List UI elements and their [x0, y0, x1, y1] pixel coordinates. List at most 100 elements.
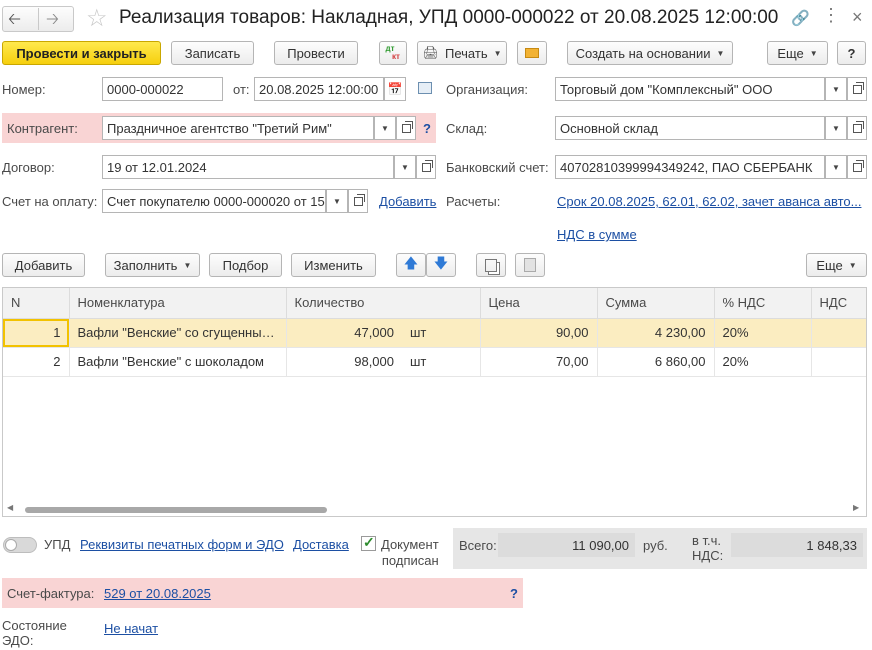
horizontal-scrollbar[interactable]: ◀ ▶ — [3, 503, 866, 516]
checkmark-icon: ✓ — [363, 534, 375, 550]
link-icon[interactable]: 🔗 — [791, 9, 810, 27]
cell-price[interactable]: 70,00 — [480, 347, 598, 377]
post-and-close-button[interactable]: Провести и закрыть — [2, 41, 161, 65]
warehouse-open-button[interactable] — [847, 116, 867, 140]
invoice-field[interactable]: Счет покупателю 0000-000020 от 15. — [102, 189, 326, 213]
settlements-link[interactable]: Срок 20.08.2025, 62.01, 62.02, зачет ава… — [557, 194, 861, 209]
cell-vat[interactable] — [811, 347, 866, 377]
warehouse-label: Склад: — [446, 121, 488, 136]
upd-toggle[interactable] — [3, 537, 37, 553]
scroll-right-icon[interactable]: ▶ — [853, 503, 859, 512]
organization-field[interactable]: Торговый дом "Комплексный" ООО — [555, 77, 825, 101]
more-button[interactable]: Еще ▼ — [767, 41, 828, 65]
delivery-link[interactable]: Доставка — [293, 537, 349, 552]
help-button[interactable]: ? — [837, 41, 866, 65]
back-arrow-icon[interactable]: 🡠 — [8, 8, 21, 35]
contract-field[interactable]: 19 от 12.01.2024 — [102, 155, 394, 179]
favorite-star-icon[interactable]: ☆ — [86, 4, 108, 33]
close-icon[interactable]: × — [852, 7, 863, 28]
number-field[interactable]: 0000-000022 — [102, 77, 223, 101]
col-header-quantity[interactable]: Количество — [286, 288, 402, 319]
cell-price[interactable]: 90,00 — [480, 318, 598, 348]
scrollbar-thumb[interactable] — [25, 507, 327, 513]
calendar-icon[interactable]: 📅 — [384, 77, 406, 101]
date-field[interactable]: 20.08.2025 12:00:00 — [254, 77, 384, 101]
warehouse-field[interactable]: Основной склад — [555, 116, 825, 140]
table-more-button[interactable]: Еще ▼ — [806, 253, 867, 277]
cell-vat-rate[interactable]: 20% — [714, 318, 812, 348]
number-label: Номер: — [2, 82, 46, 97]
vat-incl-line-2: НДС: — [692, 548, 724, 563]
cell-unit[interactable]: шт — [402, 318, 481, 348]
contract-open-button[interactable] — [416, 155, 436, 179]
scroll-left-icon[interactable]: ◀ — [7, 503, 13, 512]
cell-n[interactable]: 2 — [3, 347, 70, 377]
col-header-n[interactable]: N — [3, 288, 70, 319]
col-header-vat[interactable]: НДС — [811, 288, 866, 319]
cell-vat-rate[interactable]: 20% — [714, 347, 812, 377]
invoice-dropdown[interactable]: ▼ — [326, 189, 348, 213]
sf-label: Счет-фактура: — [7, 586, 95, 601]
document-signed-checkbox[interactable]: ✓ — [361, 534, 376, 551]
cell-amount[interactable]: 4 230,00 — [597, 318, 715, 348]
counterparty-open-button[interactable] — [396, 116, 416, 140]
table-row[interactable]: 1 Вафли "Венские" со сгущенным молоком 4… — [3, 318, 866, 348]
cell-unit[interactable]: шт — [402, 347, 481, 377]
cell-n[interactable]: 1 — [3, 318, 70, 348]
contract-dropdown[interactable]: ▼ — [394, 155, 416, 179]
menu-dots-icon[interactable]: ⋮ — [822, 5, 840, 26]
sf-help-icon[interactable]: ? — [510, 586, 518, 601]
history-icon[interactable] — [418, 82, 432, 94]
fill-button[interactable]: Заполнить ▼ — [105, 253, 200, 277]
cell-amount[interactable]: 6 860,00 — [597, 347, 715, 377]
forward-arrow-icon[interactable]: 🡢 — [46, 8, 59, 35]
add-row-button[interactable]: Добавить — [2, 253, 85, 277]
open-icon — [852, 81, 864, 94]
change-button[interactable]: Изменить — [291, 253, 376, 277]
move-down-button[interactable]: 🡇 — [426, 253, 456, 277]
invoice-open-button[interactable] — [348, 189, 368, 213]
cell-quantity[interactable]: 47,000 — [286, 318, 402, 348]
bank-account-open-button[interactable] — [847, 155, 867, 179]
table-row[interactable]: 2 Вафли "Венские" с шоколадом 98,000 шт … — [3, 347, 866, 377]
more-label: Еще — [777, 45, 804, 61]
counterparty-help-icon[interactable]: ? — [423, 121, 431, 136]
sf-link[interactable]: 529 от 20.08.2025 — [104, 586, 211, 601]
col-header-unit[interactable] — [402, 288, 481, 319]
dt-kt-button[interactable]: дт кт — [379, 41, 407, 65]
col-header-amount[interactable]: Сумма — [597, 288, 715, 319]
create-based-on-button[interactable]: Создать на основании ▼ — [567, 41, 733, 65]
bank-account-dropdown[interactable]: ▼ — [825, 155, 847, 179]
move-up-button[interactable]: 🡅 — [396, 253, 426, 277]
col-header-nomenclature[interactable]: Номенклатура — [69, 288, 287, 319]
fill-label: Заполнить — [113, 257, 178, 273]
vat-total-value: 1 848,33 — [731, 533, 863, 557]
warehouse-dropdown[interactable]: ▼ — [825, 116, 847, 140]
print-button[interactable]: 🖨 Печать ▼ — [417, 41, 507, 65]
cell-vat[interactable] — [811, 318, 866, 348]
document-signed-label: Документ подписан — [381, 537, 439, 569]
cell-quantity[interactable]: 98,000 — [286, 347, 402, 377]
organization-dropdown[interactable]: ▼ — [825, 77, 847, 101]
vat-in-amount-link[interactable]: НДС в сумме — [557, 227, 637, 242]
copy-rows-button[interactable] — [476, 253, 506, 277]
paste-rows-button[interactable] — [515, 253, 545, 277]
post-button[interactable]: Провести — [274, 41, 358, 65]
col-header-vat-rate[interactable]: % НДС — [714, 288, 812, 319]
counterparty-field[interactable]: Праздничное агентство "Третий Рим" — [102, 116, 374, 140]
pick-button[interactable]: Подбор — [209, 253, 282, 277]
email-button[interactable] — [517, 41, 547, 65]
cell-nomenclature[interactable]: Вафли "Венские" с шоколадом — [69, 347, 287, 377]
organization-open-button[interactable] — [847, 77, 867, 101]
printer-icon: 🖨 — [422, 45, 439, 60]
bank-account-field[interactable]: 40702810399994349242, ПАО СБЕРБАНК — [555, 155, 825, 179]
cell-nomenclature[interactable]: Вафли "Венские" со сгущенным молоком — [69, 318, 287, 348]
print-forms-link[interactable]: Реквизиты печатных форм и ЭДО — [80, 537, 284, 552]
edo-state-link[interactable]: Не начат — [104, 621, 158, 636]
save-button[interactable]: Записать — [171, 41, 254, 65]
col-header-price[interactable]: Цена — [480, 288, 598, 319]
paste-icon — [524, 258, 536, 272]
invoice-add-link[interactable]: Добавить — [379, 194, 436, 209]
counterparty-dropdown[interactable]: ▼ — [374, 116, 396, 140]
edo-line-2: ЭДО: — [2, 633, 34, 648]
